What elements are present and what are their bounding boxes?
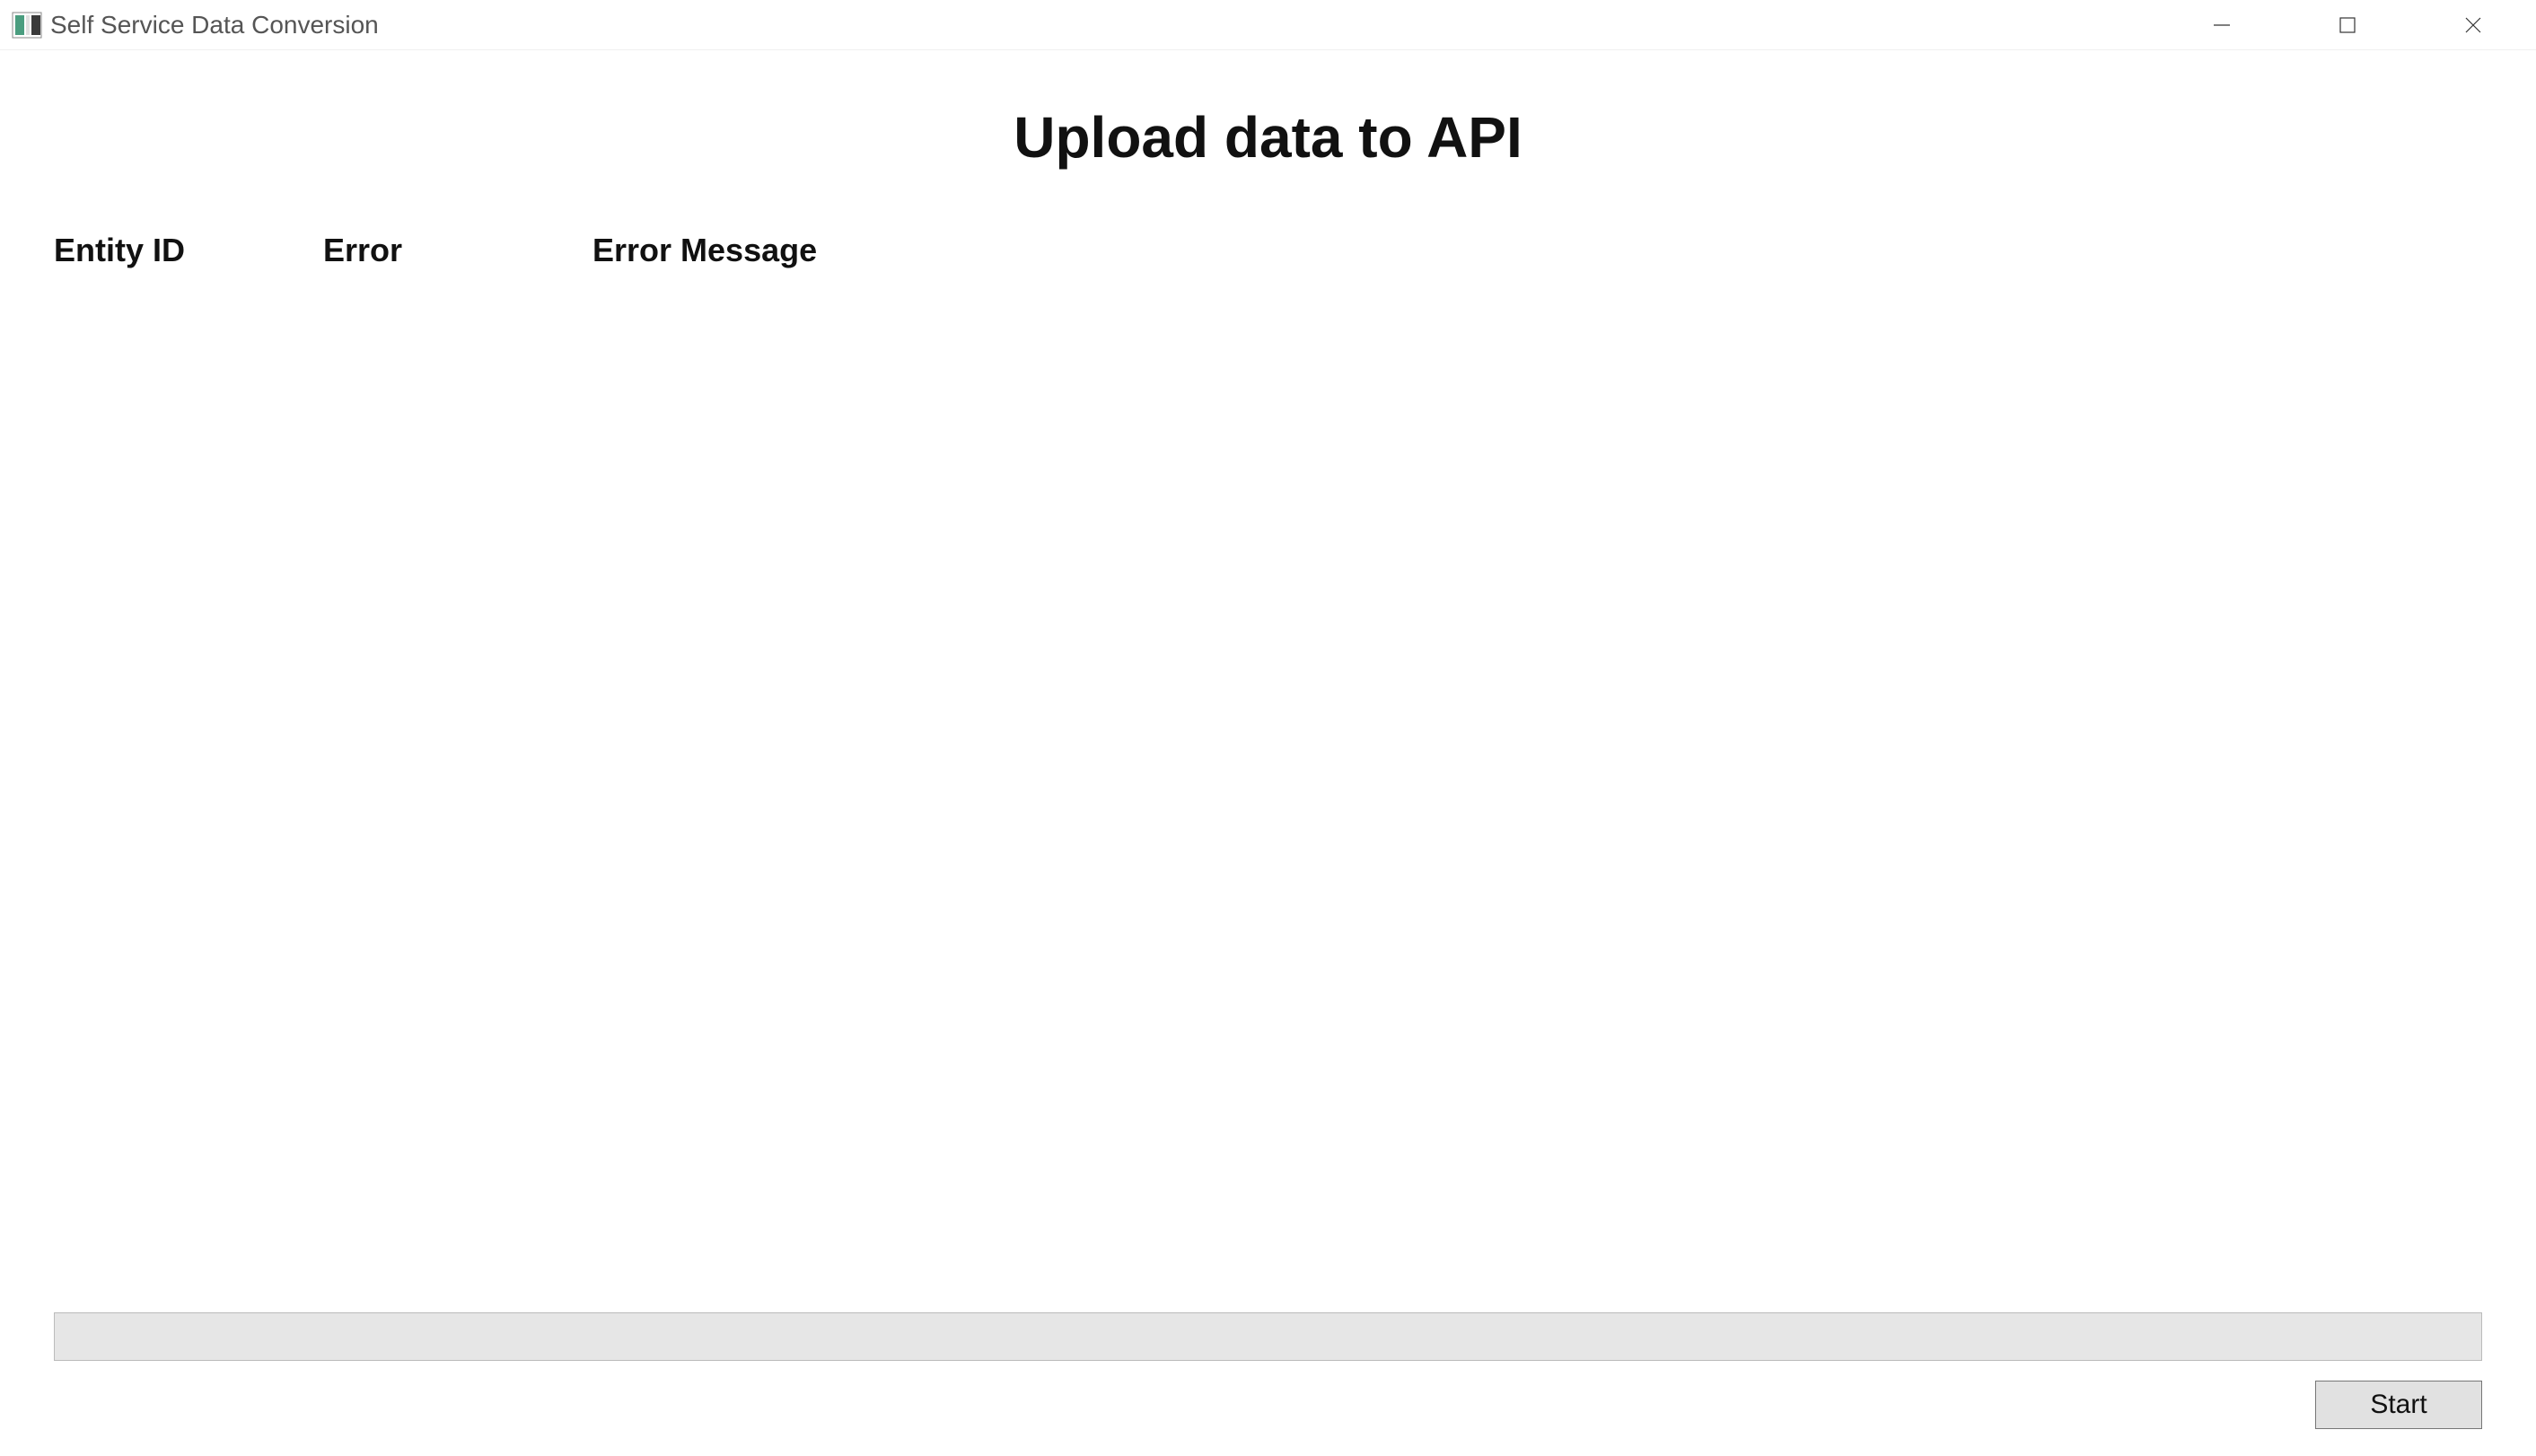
page-title: Upload data to API bbox=[54, 104, 2482, 171]
table-header: Entity ID Error Error Message bbox=[54, 232, 2482, 269]
column-header-entity-id: Entity ID bbox=[54, 232, 323, 269]
window-titlebar: Self Service Data Conversion bbox=[0, 0, 2536, 50]
window-controls bbox=[2159, 0, 2536, 49]
window-title: Self Service Data Conversion bbox=[50, 11, 2159, 39]
close-button[interactable] bbox=[2410, 0, 2536, 49]
main-content: Upload data to API Entity ID Error Error… bbox=[0, 50, 2536, 1312]
table-body bbox=[54, 280, 2482, 1312]
minimize-button[interactable] bbox=[2159, 0, 2285, 49]
column-header-error: Error bbox=[323, 232, 592, 269]
footer: Start bbox=[0, 1312, 2536, 1456]
progress-bar bbox=[54, 1312, 2482, 1361]
button-row: Start bbox=[54, 1381, 2482, 1429]
column-header-error-message: Error Message bbox=[592, 232, 2482, 269]
maximize-button[interactable] bbox=[2285, 0, 2410, 49]
app-icon bbox=[11, 9, 43, 41]
start-button[interactable]: Start bbox=[2315, 1381, 2482, 1429]
